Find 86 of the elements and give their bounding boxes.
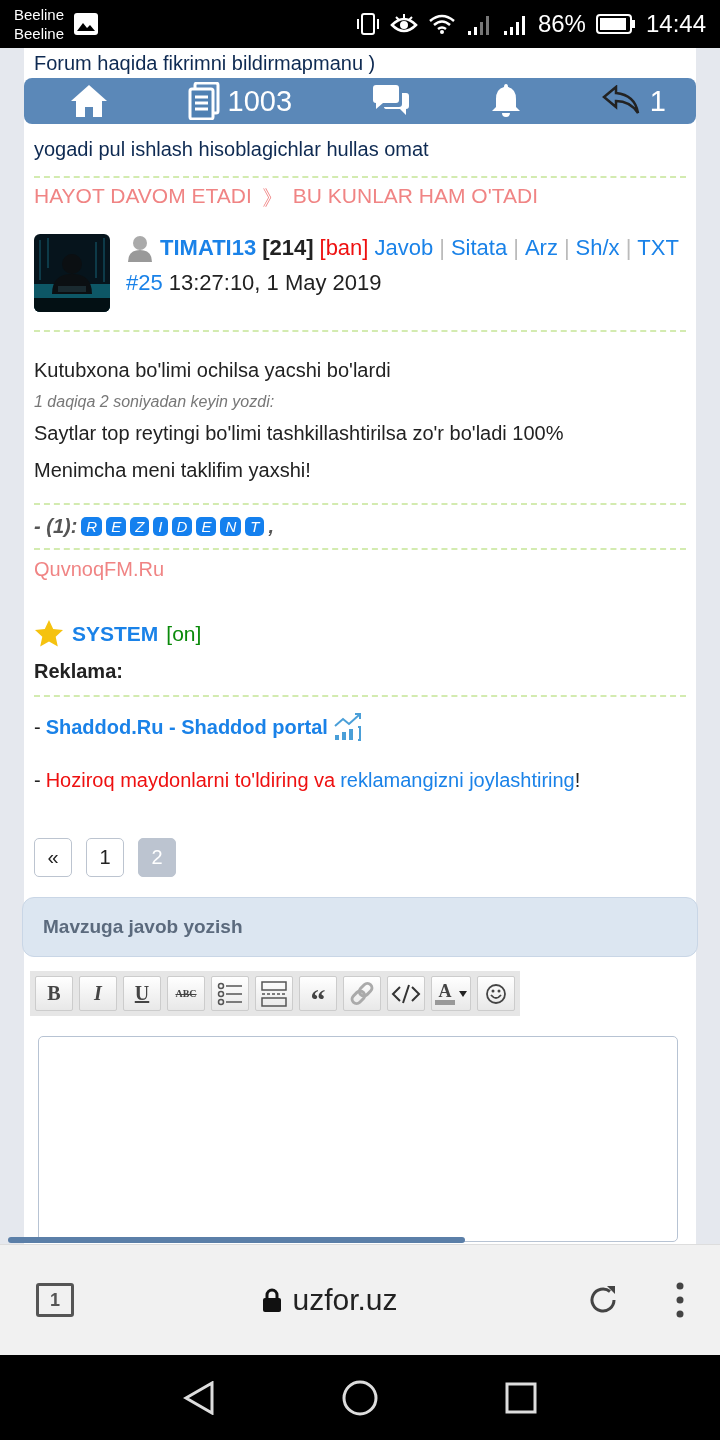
ads-title: Reklama: bbox=[34, 659, 124, 684]
eye-icon bbox=[389, 13, 418, 35]
separator: | bbox=[625, 235, 632, 261]
signal-icon bbox=[501, 13, 528, 35]
exclamation: ! bbox=[574, 769, 581, 792]
code-tool-button[interactable] bbox=[387, 976, 425, 1011]
online-status: [on] bbox=[166, 621, 202, 646]
ban-link[interactable]: [ban] bbox=[319, 235, 369, 261]
link-icon bbox=[348, 979, 376, 1008]
underline-tool-button[interactable]: U bbox=[123, 976, 161, 1011]
letter-badge: I bbox=[153, 517, 168, 536]
hr-tool-button[interactable] bbox=[255, 976, 293, 1011]
url-text[interactable]: uzfor.uz bbox=[292, 1283, 398, 1317]
breadcrumb-link[interactable]: BU KUNLAR HAM O'TADI bbox=[292, 184, 538, 212]
dash: - bbox=[34, 769, 41, 792]
carrier-name: Beeline bbox=[14, 24, 65, 43]
post-text: Menimcha meni taklifim yaxshi! bbox=[34, 458, 312, 483]
edit-note: 1 daqiqa 2 soniyadan keyin yozdi: bbox=[34, 392, 276, 412]
list-tool-button[interactable] bbox=[211, 976, 249, 1011]
quote-tool-button[interactable]: “ bbox=[299, 976, 337, 1011]
letter-badge: T bbox=[245, 517, 265, 536]
battery-percent: 86% bbox=[537, 10, 586, 38]
ad-text: Hoziroq maydonlarni to'ldiring va bbox=[45, 769, 336, 792]
letter-badge: N bbox=[220, 517, 242, 536]
wifi-icon bbox=[427, 13, 456, 35]
strike-tool-button[interactable]: ABC bbox=[167, 976, 205, 1011]
separator: | bbox=[563, 235, 570, 261]
carrier-name: Beeline bbox=[14, 5, 65, 24]
reply-header: Mavzuga javob yozish bbox=[22, 897, 698, 957]
user-icon bbox=[126, 234, 154, 262]
color-tool-button[interactable]: A bbox=[431, 976, 471, 1011]
comma: , bbox=[268, 515, 274, 538]
page-button[interactable]: 1 bbox=[86, 838, 124, 877]
document-icon bbox=[187, 82, 220, 120]
list-icon bbox=[217, 981, 243, 1006]
letter-badge: D bbox=[171, 517, 193, 536]
letter-badge: E bbox=[106, 517, 127, 536]
author-link[interactable]: TIMATI13 bbox=[160, 235, 257, 261]
separator: | bbox=[513, 235, 519, 261]
more-menu-icon[interactable] bbox=[676, 1282, 684, 1318]
letter-badge: R bbox=[81, 517, 103, 536]
action-link[interactable]: Javob bbox=[374, 235, 434, 261]
ad-link[interactable]: Shaddod.Ru - Shaddod portal bbox=[45, 715, 328, 739]
dropdown-caret-icon bbox=[459, 990, 467, 997]
image-icon bbox=[74, 13, 99, 35]
post-text: Saytlar top reytingi bo'limi tashkillashtirilsa zo'r bo'ladi 100% bbox=[34, 421, 565, 446]
home-icon[interactable] bbox=[342, 1379, 378, 1416]
home-icon bbox=[69, 83, 109, 119]
post-text: yogadi pul ishlash hisoblagichlar hullas omat bbox=[34, 137, 429, 162]
page-button[interactable]: « bbox=[34, 838, 72, 877]
separator: | bbox=[439, 235, 445, 261]
letter-badge: Z bbox=[130, 517, 150, 536]
ad-link[interactable]: reklamangizni joylashtiring bbox=[340, 769, 575, 792]
italic-tool-button[interactable]: I bbox=[79, 976, 117, 1011]
smile-tool-button[interactable] bbox=[477, 976, 515, 1011]
user-rating: [214] bbox=[262, 235, 314, 261]
action-link[interactable]: Sitata bbox=[450, 235, 508, 261]
chart-growth-icon bbox=[332, 713, 363, 741]
action-link[interactable]: Arz bbox=[524, 235, 558, 261]
post-time: 13:27:10, 1 May 2019 bbox=[168, 270, 382, 296]
action-link[interactable]: TXT bbox=[637, 235, 679, 261]
lock-icon bbox=[262, 1287, 283, 1313]
post-text: Forum haqida fikrimni bildirmapmanu ) bbox=[34, 51, 376, 76]
vibrate-icon bbox=[355, 12, 380, 36]
battery-icon bbox=[595, 14, 636, 34]
smiley-icon bbox=[485, 982, 507, 1005]
bold-tool-button[interactable]: B bbox=[35, 976, 73, 1011]
horizontal-rule-icon bbox=[260, 980, 288, 1007]
clock: 14:44 bbox=[645, 10, 706, 38]
count: 1003 bbox=[227, 84, 293, 118]
count: 1 bbox=[649, 84, 666, 118]
letter-badge: E bbox=[196, 517, 217, 536]
post-text: Kutubxona bo'limi ochilsa yacshi bo'lardi bbox=[34, 358, 392, 383]
breadcrumb-link[interactable]: HAYOT DAVOM ETADI bbox=[34, 184, 252, 212]
signature: QuvnoqFM.Ru bbox=[34, 557, 166, 581]
likes-label: - (1): bbox=[34, 515, 78, 538]
back-icon[interactable] bbox=[183, 1380, 216, 1415]
recents-icon[interactable] bbox=[504, 1381, 537, 1414]
dash: - bbox=[34, 715, 41, 739]
tabs-button[interactable]: 1 bbox=[36, 1283, 74, 1317]
breadcrumb-separator: 》 bbox=[261, 185, 283, 211]
action-link[interactable]: Sh/x bbox=[575, 235, 620, 261]
system-link[interactable]: SYSTEM bbox=[72, 621, 159, 646]
star-icon bbox=[34, 619, 64, 648]
signal-icon bbox=[465, 13, 492, 35]
post-number-link[interactable]: #25 bbox=[126, 270, 163, 296]
